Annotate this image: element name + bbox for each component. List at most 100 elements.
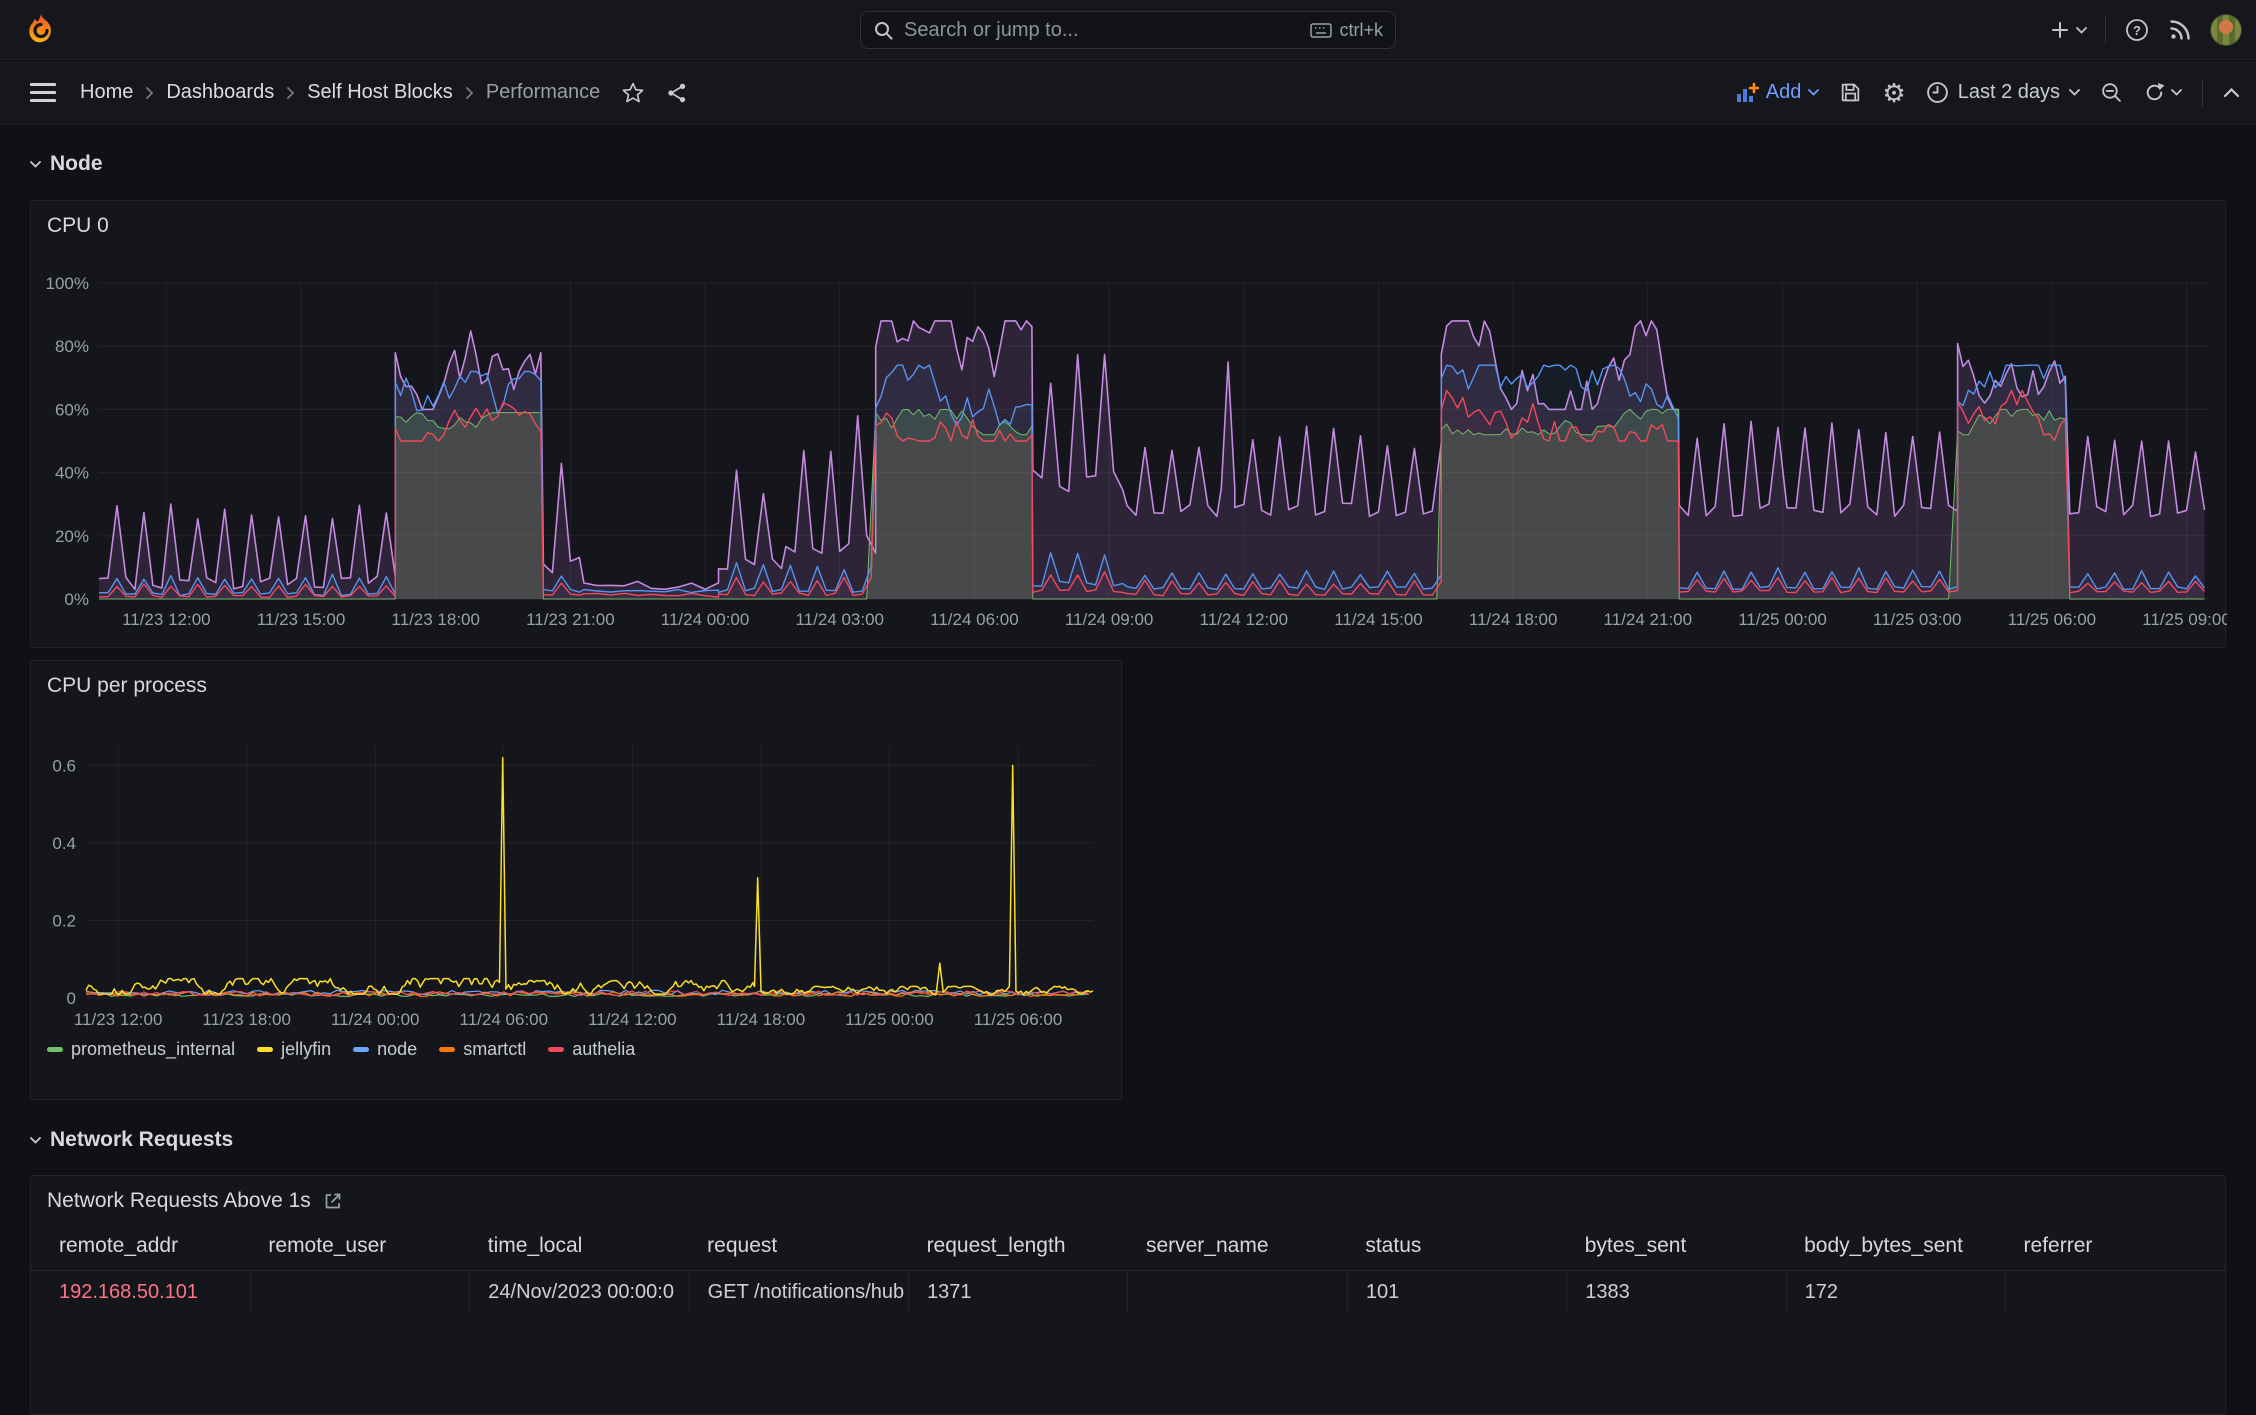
time-range-picker[interactable]: Last 2 days (1926, 81, 2080, 104)
breadcrumb-home[interactable]: Home (80, 81, 133, 104)
table-cell-status: 101 (1346, 1270, 1567, 1314)
help-button[interactable]: ? (2124, 17, 2150, 43)
svg-text:11/25 09:00: 11/25 09:00 (2142, 610, 2227, 629)
breadcrumb: Home Dashboards Self Host Blocks Perform… (80, 81, 600, 104)
menu-toggle-button[interactable] (30, 83, 56, 102)
legend-color-chip (353, 1047, 370, 1052)
table-header-server_name[interactable]: server_name (1127, 1222, 1348, 1271)
panel-title-cpu-per-process[interactable]: CPU per process (47, 674, 207, 698)
svg-text:80%: 80% (55, 337, 89, 356)
breadcrumb-dashboards[interactable]: Dashboards (166, 81, 274, 104)
table-header-bytes_sent[interactable]: bytes_sent (1566, 1222, 1787, 1271)
svg-text:11/24 06:00: 11/24 06:00 (930, 610, 1019, 629)
dashboard-settings-button[interactable]: ⚙ (1882, 80, 1905, 106)
section-title-node: Node (50, 152, 103, 175)
external-link-icon[interactable] (323, 1191, 343, 1211)
legend-item-smartctl[interactable]: smartctl (439, 1039, 526, 1060)
section-row-node[interactable]: Node (30, 152, 103, 176)
svg-text:100%: 100% (46, 274, 89, 293)
favorite-star-button[interactable] (622, 82, 644, 104)
grafana-logo[interactable] (24, 13, 58, 47)
svg-text:11/23 12:00: 11/23 12:00 (122, 610, 211, 629)
top-navigation-bar: Search or jump to... ctrl+k ? (0, 0, 2256, 60)
table-cell-referrer (2005, 1270, 2225, 1314)
chevron-right-icon (145, 86, 154, 100)
share-button[interactable] (666, 82, 688, 104)
chevron-down-icon (2069, 89, 2080, 96)
add-label: Add (1765, 81, 1802, 103)
section-title-network-requests: Network Requests (50, 1128, 234, 1151)
legend-color-chip (439, 1047, 456, 1052)
svg-text:60%: 60% (55, 400, 89, 419)
svg-text:11/24 12:00: 11/24 12:00 (588, 1010, 677, 1029)
table-header-time_local[interactable]: time_local (469, 1222, 690, 1271)
breadcrumb-current: Performance (485, 81, 601, 103)
panel-cpu0: CPU 0 11/23 12:00 11/23 15:00 11/23 18:00 1… (30, 200, 2227, 648)
section-chevron-icon (30, 1136, 41, 1144)
table-cell-remote_user (249, 1270, 470, 1314)
svg-text:40%: 40% (55, 464, 89, 483)
table-header-body_bytes_sent[interactable]: body_bytes_sent (1786, 1222, 2006, 1271)
svg-text:11/23 12:00: 11/23 12:00 (74, 1010, 163, 1029)
legend-item-prometheus-internal[interactable]: prometheus_internal (47, 1039, 235, 1060)
svg-text:11/24 09:00: 11/24 09:00 (1065, 610, 1154, 629)
legend-item-node[interactable]: node (353, 1039, 417, 1060)
svg-text:11/24 21:00: 11/24 21:00 (1604, 610, 1693, 629)
table-header-remote_addr[interactable]: remote_addr (31, 1222, 251, 1271)
svg-text:11/25 00:00: 11/25 00:00 (1738, 610, 1827, 629)
time-range-label: Last 2 days (1957, 81, 2060, 103)
svg-text:11/23 21:00: 11/23 21:00 (526, 610, 615, 629)
search-placeholder: Search or jump to... (904, 18, 1079, 41)
chart-legend: prometheus_internal jellyfin node smartc… (47, 1039, 635, 1060)
user-avatar[interactable] (2210, 14, 2242, 46)
chevron-down-icon (1808, 89, 1820, 96)
breadcrumb-folder[interactable]: Self Host Blocks (307, 81, 453, 104)
dashboard-toolbar: Home Dashboards Self Host Blocks Perform… (0, 61, 2256, 125)
svg-text:11/25 06:00: 11/25 06:00 (974, 1010, 1063, 1029)
svg-text:11/25 06:00: 11/25 06:00 (2008, 610, 2097, 629)
table-header-referrer[interactable]: referrer (2005, 1222, 2225, 1271)
table-header-status[interactable]: status (1347, 1222, 1567, 1271)
zoom-out-button[interactable] (2100, 81, 2123, 104)
svg-text:11/25 03:00: 11/25 03:00 (1873, 610, 1962, 629)
cpu0-chart[interactable]: 11/23 12:00 11/23 15:00 11/23 18:00 11/23 2… (31, 241, 2227, 641)
legend-item-jellyfin[interactable]: jellyfin (257, 1039, 331, 1060)
table-cell-body_bytes_sent: 172 (1785, 1270, 2006, 1314)
chevron-down-icon (2076, 26, 2087, 34)
legend-item-authelia[interactable]: authelia (548, 1039, 635, 1060)
table-header-request_length[interactable]: request_length (908, 1222, 1128, 1271)
panel-title-network-requests[interactable]: Network Requests Above 1s (47, 1189, 311, 1213)
svg-text:11/23 18:00: 11/23 18:00 (202, 1010, 291, 1029)
refresh-button[interactable] (2143, 81, 2182, 104)
svg-text:11/25 00:00: 11/25 00:00 (845, 1010, 934, 1029)
svg-text:11/24 18:00: 11/24 18:00 (1469, 610, 1558, 629)
svg-text:11/24 03:00: 11/24 03:00 (795, 610, 884, 629)
legend-color-chip (257, 1047, 274, 1052)
add-panel-button[interactable]: Add (1735, 81, 1820, 104)
section-row-network-requests[interactable]: Network Requests (30, 1128, 233, 1152)
table-row: 192.168.50.101 24/Nov/2023 00:00:0 GET /no… (31, 1270, 2225, 1314)
new-button[interactable] (2049, 19, 2087, 41)
svg-text:0.2: 0.2 (52, 911, 76, 930)
save-dashboard-button[interactable] (1839, 81, 1862, 104)
news-rss-button[interactable] (2168, 18, 2192, 42)
chevron-right-icon (465, 86, 474, 100)
panel-title-cpu0[interactable]: CPU 0 (47, 214, 109, 238)
chevron-down-icon (2171, 89, 2182, 96)
collapse-topbar-button[interactable] (2223, 87, 2240, 98)
svg-text:0.4: 0.4 (52, 834, 76, 853)
search-input[interactable]: Search or jump to... ctrl+k (860, 11, 1396, 49)
search-shortcut: ctrl+k (1310, 20, 1383, 41)
cpu-per-process-chart[interactable]: 11/23 12:00 11/23 18:00 11/24 00:00 11/24 0… (31, 701, 1123, 1041)
svg-text:11/23 18:00: 11/23 18:00 (391, 610, 480, 629)
table-header-request[interactable]: request (689, 1222, 909, 1271)
table-cell-request_length: 1371 (908, 1270, 1128, 1314)
search-icon (873, 20, 894, 41)
svg-text:11/24 12:00: 11/24 12:00 (1200, 610, 1289, 629)
svg-text:0: 0 (67, 989, 76, 1008)
clock-icon (1926, 81, 1949, 104)
chevron-up-icon (2223, 87, 2240, 98)
svg-text:11/24 15:00: 11/24 15:00 (1334, 610, 1423, 629)
table-header-remote_user[interactable]: remote_user (250, 1222, 470, 1271)
table-cell-bytes_sent: 1383 (1566, 1270, 1787, 1314)
